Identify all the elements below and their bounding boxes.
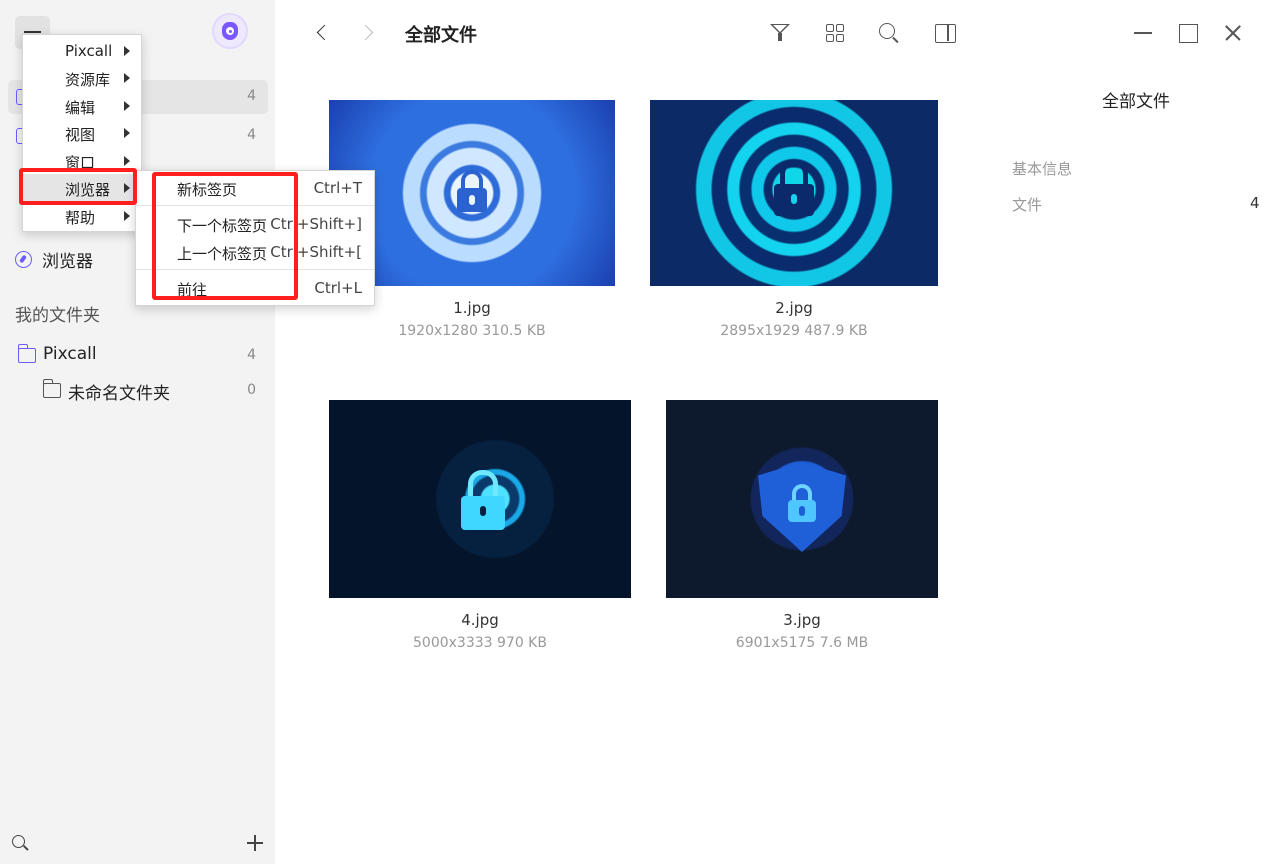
- lock-icon: [769, 152, 819, 222]
- chevron-right-icon: [124, 128, 130, 138]
- chevron-right-icon: [124, 211, 130, 221]
- forward-button[interactable]: [358, 22, 380, 44]
- file-meta: 2895x1929 487.9 KB: [720, 323, 868, 339]
- hamburger-icon: [24, 31, 41, 33]
- info-file-label: 文件: [1012, 196, 1043, 214]
- file-meta: 5000x3333 970 KB: [413, 635, 547, 651]
- lock-icon: [455, 462, 511, 536]
- grid-view-icon[interactable]: [824, 22, 846, 44]
- maximize-button[interactable]: [1177, 22, 1199, 44]
- shortcut-label: Ctrl+L: [314, 279, 362, 297]
- menu-item-pixcall[interactable]: Pixcall: [23, 37, 141, 64]
- menu-item-view[interactable]: 视图: [23, 119, 141, 146]
- toggle-panel-icon[interactable]: [934, 22, 956, 44]
- file-name: 3.jpg: [783, 611, 821, 629]
- file-card-4[interactable]: 4.jpg 5000x3333 970 KB: [329, 400, 631, 655]
- page-title: 全部文件: [405, 25, 477, 46]
- shortcut-label: Ctrl+T: [313, 179, 362, 197]
- filter-icon[interactable]: [769, 22, 791, 44]
- folder-item-pixcall[interactable]: Pixcall 4: [8, 341, 268, 371]
- folder-icon: [43, 379, 61, 398]
- chevron-right-icon: [124, 101, 130, 111]
- sidebar-item-count: 4: [247, 88, 256, 104]
- close-button[interactable]: [1222, 22, 1244, 44]
- info-section-title: 基本信息: [1012, 160, 1073, 178]
- lock-icon: [784, 480, 820, 528]
- highlight-box-browser: [19, 168, 137, 205]
- menu-item-edit[interactable]: 编辑: [23, 92, 141, 119]
- file-card-3[interactable]: 3.jpg 6901x5175 7.6 MB: [666, 400, 938, 655]
- sidebar-item-browser[interactable]: 浏览器: [15, 246, 93, 272]
- search-icon[interactable]: [878, 22, 900, 44]
- info-panel-title: 全部文件: [1102, 92, 1170, 112]
- file-meta: 6901x5175 7.6 MB: [735, 635, 869, 651]
- sidebar-item-label: 浏览器: [42, 251, 93, 272]
- folder-icon: [18, 344, 36, 363]
- chevron-right-icon: [124, 73, 130, 83]
- folder-count: 4: [247, 347, 256, 363]
- folder-item-unnamed[interactable]: 未命名文件夹 0: [8, 376, 268, 406]
- add-folder-button[interactable]: [246, 834, 264, 852]
- file-meta: 1920x1280 310.5 KB: [398, 323, 546, 339]
- file-thumbnail[interactable]: [329, 400, 631, 598]
- folder-label: 未命名文件夹: [68, 384, 170, 404]
- file-card-2[interactable]: 2.jpg 2895x1929 487.9 KB: [650, 100, 938, 345]
- file-thumbnail[interactable]: [650, 100, 938, 286]
- menu-item-library[interactable]: 资源库: [23, 64, 141, 91]
- highlight-box-submenu: [152, 172, 298, 300]
- sidebar-search-button[interactable]: [12, 835, 30, 853]
- chevron-right-icon: [124, 46, 130, 56]
- chevron-right-icon: [124, 156, 130, 166]
- compass-icon: [15, 250, 32, 268]
- file-name: 4.jpg: [461, 611, 499, 629]
- file-thumbnail[interactable]: [666, 400, 938, 598]
- folder-count: 0: [247, 382, 256, 398]
- lock-icon: [452, 160, 492, 220]
- folder-label: Pixcall: [43, 344, 97, 364]
- app-window: 4 4 浏览器 我的文件夹 Pixcall 4 未命名文件夹 0 全部文件 1.…: [0, 0, 1280, 864]
- info-file-count: 4: [1250, 194, 1260, 212]
- menu-item-help[interactable]: 帮助: [23, 202, 141, 229]
- back-button[interactable]: [312, 22, 334, 44]
- file-name: 2.jpg: [775, 299, 813, 317]
- my-folders-title: 我的文件夹: [15, 306, 100, 326]
- minimize-button[interactable]: [1132, 22, 1154, 44]
- sidebar-item-count: 4: [247, 127, 256, 143]
- avatar[interactable]: [212, 13, 248, 49]
